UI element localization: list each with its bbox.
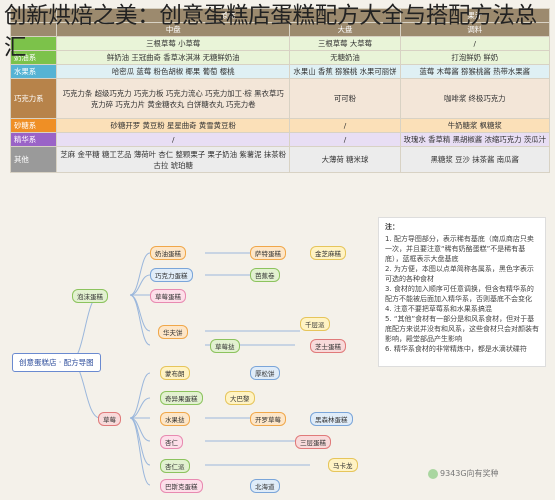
note-line: 5. “其他”食材有一部分是和风系食材，但对于基底配方来说并没有和风系，这些食材… bbox=[385, 315, 539, 343]
mindmap-node: 巧克力蛋糕 bbox=[150, 268, 193, 282]
mindmap-node: 三层蛋糕 bbox=[295, 435, 331, 449]
note-line: 4. 注意不要把草莓系和水果系搞混 bbox=[385, 305, 492, 313]
notes-heading: 注： bbox=[385, 223, 399, 231]
row-category: 精华系 bbox=[10, 132, 57, 147]
mindmap-node: 草莓蛋糕 bbox=[150, 289, 186, 303]
table-cell: 大薄荷 糖米球 bbox=[289, 146, 401, 173]
mindmap-node: 萨特蛋糕 bbox=[250, 246, 286, 260]
mindmap-root: 创意蛋糕店 · 配方导图 bbox=[12, 353, 101, 372]
watermark: 9343G向有奖种 bbox=[428, 468, 499, 479]
table-row: 精华系 / / 玫瑰水 香草精 黑胡椒酱 浓缩巧克力 茨瓜汁 bbox=[10, 132, 551, 147]
mindmap-node: 黑森林蛋糕 bbox=[310, 412, 353, 426]
mindmap-node: 北海道 bbox=[250, 479, 280, 493]
table-cell: 咖啡浆 终极巧克力 bbox=[399, 78, 551, 119]
table-row: 其他 芝麻 金平糖 糖工艺品 薄荷叶 杏仁 整颗栗子 栗子奶油 紫薯泥 抹茶粉 … bbox=[10, 146, 551, 173]
row-category: 其他 bbox=[10, 146, 57, 173]
mindmap-node: 芝士蛋糕 bbox=[310, 339, 346, 353]
table-cell: 水果山 香蕉 猕猴桃 水果可丽饼 bbox=[289, 64, 401, 79]
mindmap-node: 厚松饼 bbox=[250, 366, 280, 380]
table-cell: 玫瑰水 香草精 黑胡椒酱 浓缩巧克力 茨瓜汁 bbox=[399, 132, 551, 147]
mindmap-node: 泡沫蛋糕 bbox=[72, 289, 108, 303]
table-cell: / bbox=[55, 132, 291, 147]
mindmap-node: 巴斯克蛋糕 bbox=[160, 479, 203, 493]
mindmap-node: 草莓 bbox=[98, 412, 121, 426]
table-cell: 蓝莓 木莓酱 猕猴桃酱 热带水果酱 bbox=[399, 64, 551, 79]
page-title: 创新烘焙之美：创意蛋糕店蛋糕配方大全与搭配方法总汇 bbox=[4, 3, 537, 61]
note-line: 1. 配方导图部分，表示稀有基底（南瓜商店只卖一次，并且要注意“稀有奶酪蛋糕”不… bbox=[385, 235, 534, 263]
mindmap-node: 华夫饼 bbox=[158, 325, 188, 339]
table-cell: / bbox=[289, 118, 401, 133]
note-line: 3. 食材的加入顺序可任意调换，但含有精华系的配方不能被后面加入精华系，否则基底… bbox=[385, 285, 534, 303]
mindmap-node: 大巴黎 bbox=[225, 391, 255, 405]
table-cell: / bbox=[289, 132, 401, 147]
table-row: 巧克力系 巧克力条 超级巧克力 巧克力板 巧克力流心 巧克力加工·棕 黑衣草巧克… bbox=[10, 78, 551, 119]
note-line: 2. 为方便，本图以点单简称各属系，黑色字表示可选的各种食材 bbox=[385, 265, 534, 283]
wechat-icon bbox=[428, 468, 438, 479]
notes-panel: 注： 1. 配方导图部分，表示稀有基底（南瓜商店只卖一次，并且要注意“稀有奶酪蛋… bbox=[378, 217, 546, 367]
mindmap-node: 杏仁 bbox=[160, 435, 183, 449]
note-line: 6. 精华系食材的非常精炼中，都是水滴状碟符 bbox=[385, 345, 527, 353]
mindmap-node: 蒙布朗 bbox=[160, 366, 190, 380]
table-cell: 芝麻 金平糖 糖工艺品 薄荷叶 杏仁 整颗栗子 栗子奶油 紫薯泥 抹茶粉 古拉 … bbox=[55, 146, 291, 173]
mindmap-node: 奶油蛋糕 bbox=[150, 246, 186, 260]
row-category: 巧克力系 bbox=[10, 78, 57, 119]
table-cell: 哈密瓜 蓝莓 粉色胡椒 椰果 葡萄 樱桃 bbox=[55, 64, 291, 79]
mindmap-node: 杏仁派 bbox=[160, 459, 190, 473]
mindmap-node: 千层派 bbox=[300, 317, 330, 331]
mindmap-node: 金芝麻糕 bbox=[310, 246, 346, 260]
mindmap-node: 马卡龙 bbox=[328, 458, 358, 472]
mindmap-node: 芭蕉卷 bbox=[250, 268, 280, 282]
table-cell: 巧克力条 超级巧克力 巧克力板 巧克力流心 巧克力加工·棕 黑衣草巧克力碎 巧克… bbox=[55, 78, 291, 119]
mindmap-node: 奇异果蛋糕 bbox=[160, 391, 203, 405]
mindmap-node: 水果挞 bbox=[160, 412, 190, 426]
table-row: 砂糖系 砂糖开罗 黄豆粉 星星曲奇 黄雪黄豆粉 / 牛奶糖浆 枫糖浆 bbox=[10, 118, 551, 133]
table-cell: 可可粉 bbox=[289, 78, 401, 119]
table-cell: 砂糖开罗 黄豆粉 星星曲奇 黄雪黄豆粉 bbox=[55, 118, 291, 133]
row-category: 水果系 bbox=[10, 64, 57, 79]
table-row: 水果系 哈密瓜 蓝莓 粉色胡椒 椰果 葡萄 樱桃 水果山 香蕉 猕猴桃 水果可丽… bbox=[10, 64, 551, 79]
mindmap-node: 草莓挞 bbox=[210, 339, 240, 353]
table-cell: 黑糖浆 豆沙 抹茶酱 南瓜酱 bbox=[399, 146, 551, 173]
mindmap-node: 开罗草莓 bbox=[250, 412, 286, 426]
recipe-mindmap: 创意蛋糕店 · 配方导图 泡沫蛋糕 草莓 奶油蛋糕 萨特蛋糕 金芝麻糕 巧克力蛋… bbox=[10, 213, 375, 498]
watermark-text: 9343G向有奖种 bbox=[440, 469, 499, 478]
row-category: 砂糖系 bbox=[10, 118, 57, 133]
table-cell: 牛奶糖浆 枫糖浆 bbox=[399, 118, 551, 133]
